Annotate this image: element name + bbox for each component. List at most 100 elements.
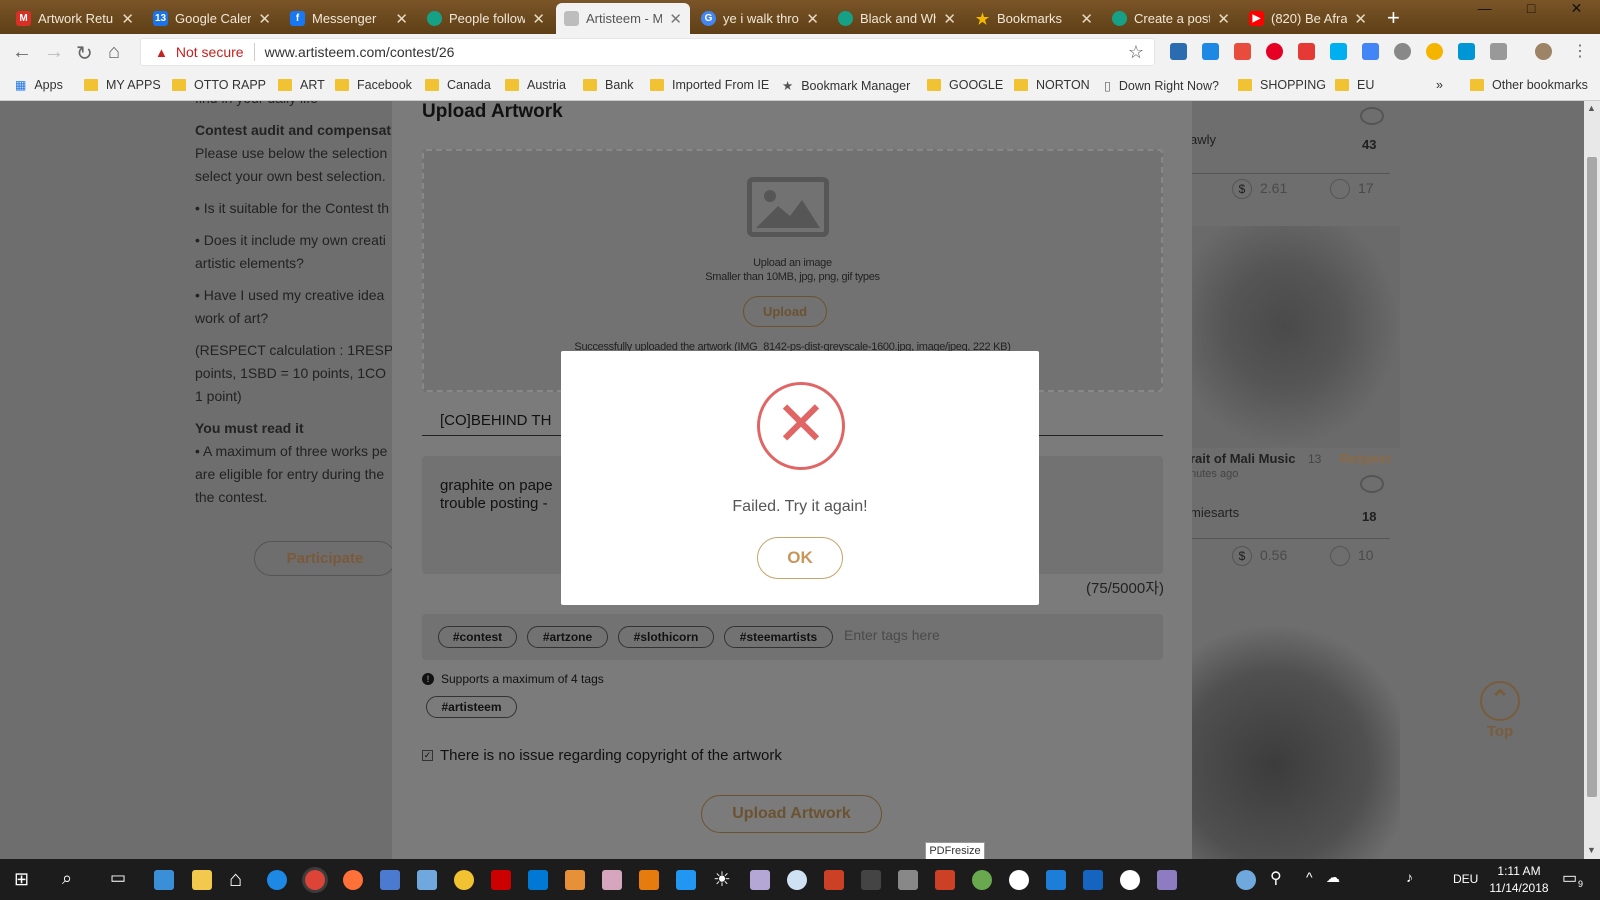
app-icon[interactable]: [154, 870, 174, 890]
close-icon[interactable]: ✕: [258, 10, 271, 28]
bookmark-page[interactable]: ▯ Down Right Now?: [1104, 78, 1219, 94]
respect-icon[interactable]: [1360, 475, 1384, 493]
bookmark-folder[interactable]: MY APPS: [84, 78, 161, 92]
scroll-thumb[interactable]: [1587, 157, 1597, 797]
blurb-icon[interactable]: [676, 870, 696, 890]
artwork-thumbnail[interactable]: [1190, 626, 1400, 859]
close-icon[interactable]: ✕: [943, 10, 956, 28]
tag-input[interactable]: Enter tags here: [844, 627, 940, 643]
tab-artwork-return[interactable]: M Artwork Retur ✕: [8, 3, 142, 34]
close-window-icon[interactable]: ✕: [1571, 0, 1583, 24]
firefox-icon[interactable]: [343, 870, 363, 890]
comment-icon[interactable]: [1330, 546, 1350, 566]
address-bar[interactable]: ▲ Not secure www.artisteem.com/contest/2…: [140, 38, 1155, 66]
scroll-top-button[interactable]: ⌃ Top: [1479, 681, 1521, 740]
bookmark-folder[interactable]: Bank: [583, 78, 634, 92]
profile-avatar[interactable]: [1535, 43, 1552, 60]
app-icon[interactable]: [565, 870, 585, 890]
translate-icon[interactable]: [1362, 43, 1379, 60]
minimize-icon[interactable]: —: [1478, 0, 1492, 24]
tag-chip[interactable]: #steemartists: [724, 626, 833, 648]
ok-button[interactable]: OK: [757, 537, 843, 579]
close-icon[interactable]: ✕: [1217, 10, 1230, 28]
notification-icon[interactable]: ▭: [1562, 868, 1577, 888]
app-icon[interactable]: [824, 870, 844, 890]
maximize-icon[interactable]: □: [1527, 0, 1535, 24]
app-icon[interactable]: [787, 870, 807, 890]
tab-ye-i-walk[interactable]: G ye i walk thro ✕: [693, 3, 827, 34]
author-name[interactable]: miesarts: [1190, 505, 1239, 520]
extension-icon[interactable]: [1490, 43, 1507, 60]
tab-artisteem[interactable]: Artisteem - M ✕: [556, 3, 690, 34]
scroll-down-icon[interactable]: ▼: [1587, 845, 1596, 855]
hp-icon[interactable]: [1458, 43, 1475, 60]
app-icon[interactable]: [602, 870, 622, 890]
extension-icon[interactable]: [1234, 43, 1251, 60]
upload-artwork-button[interactable]: Upload Artwork: [701, 795, 882, 833]
extension-icon[interactable]: [1202, 43, 1219, 60]
tab-black-and-white[interactable]: Black and Wh ✕: [830, 3, 964, 34]
back-icon[interactable]: ←: [12, 41, 32, 64]
tab-youtube[interactable]: ▶ (820) Be Afrai ✕: [1241, 3, 1375, 34]
extension-icon[interactable]: [1298, 43, 1315, 60]
artwork-title[interactable]: rait of Mali Music: [1190, 451, 1295, 466]
bookmark-folder[interactable]: Canada: [425, 78, 491, 92]
extension-icon[interactable]: [1394, 43, 1411, 60]
tab-bookmarks[interactable]: ★ Bookmarks ✕: [967, 3, 1101, 34]
page-scrollbar[interactable]: ▲ ▼: [1584, 101, 1600, 859]
bookmark-star-icon[interactable]: ☆: [1128, 42, 1144, 63]
copyright-checkbox-row[interactable]: ✓ There is no issue regarding copyright …: [422, 747, 782, 764]
artwork-thumbnail[interactable]: [1190, 226, 1400, 448]
tab-google-calendar[interactable]: 13 Google Calen ✕: [145, 3, 279, 34]
zotero-icon[interactable]: [1083, 870, 1103, 890]
close-icon[interactable]: ✕: [806, 10, 819, 28]
comment-icon[interactable]: [1330, 179, 1350, 199]
close-icon[interactable]: ✕: [669, 10, 682, 28]
menu-icon[interactable]: ⋮: [1572, 41, 1588, 61]
close-icon[interactable]: ✕: [121, 10, 134, 28]
app-icon[interactable]: [1046, 870, 1066, 890]
bookmark-apps[interactable]: ▦ Apps: [15, 78, 63, 92]
pinterest-icon[interactable]: [1266, 43, 1283, 60]
tab-people-follow[interactable]: People follow ✕: [419, 3, 553, 34]
tag-chip[interactable]: #artzone: [527, 626, 608, 648]
more-bookmarks-icon[interactable]: »: [1436, 78, 1443, 92]
search-icon[interactable]: ⌕: [62, 868, 72, 889]
xbox-icon[interactable]: [1120, 870, 1140, 890]
task-view-icon[interactable]: ▭: [110, 868, 126, 888]
app-icon[interactable]: [491, 870, 511, 890]
app-icon[interactable]: [639, 870, 659, 890]
tag-chip[interactable]: #contest: [438, 626, 517, 648]
url-text[interactable]: www.artisteem.com/contest/26: [265, 44, 455, 60]
tag-chip[interactable]: #slothicorn: [618, 626, 714, 648]
bookmark-folder[interactable]: Austria: [505, 78, 566, 92]
app-icon[interactable]: [454, 870, 474, 890]
app-icon[interactable]: [417, 870, 437, 890]
chrome-icon[interactable]: [305, 870, 325, 890]
volume-icon[interactable]: ♪: [1406, 869, 1413, 885]
new-tab-button[interactable]: +: [1387, 5, 1400, 31]
app-icon[interactable]: [528, 870, 548, 890]
bookmark-folder[interactable]: Imported From IE: [650, 78, 769, 92]
calculator-icon[interactable]: [898, 870, 918, 890]
extension-icon[interactable]: [1170, 43, 1187, 60]
app-icon[interactable]: [750, 870, 770, 890]
language-indicator[interactable]: DEU: [1453, 872, 1478, 886]
bookmark-folder[interactable]: Facebook: [335, 78, 412, 92]
app-icon[interactable]: [972, 870, 992, 890]
tab-messenger[interactable]: f Messenger ✕: [282, 3, 416, 34]
bookmark-folder[interactable]: ART: [278, 78, 325, 92]
respect-icon[interactable]: [1360, 107, 1384, 125]
close-icon[interactable]: ✕: [1080, 10, 1093, 28]
tag-input-area[interactable]: #contest #artzone #slothicorn #steemarti…: [422, 614, 1163, 660]
camera-icon[interactable]: [861, 870, 881, 890]
extension-icon[interactable]: [1426, 43, 1443, 60]
checkbox[interactable]: ✓: [422, 750, 433, 761]
tab-create-post[interactable]: Create a post ✕: [1104, 3, 1238, 34]
security-label[interactable]: Not secure: [176, 44, 244, 60]
reload-icon[interactable]: ↻: [76, 41, 93, 66]
home-icon[interactable]: ⌂: [229, 866, 242, 892]
home-icon[interactable]: ⌂: [108, 41, 120, 64]
bookmark-manager[interactable]: ★ Bookmark Manager: [782, 78, 910, 94]
bookmark-folder[interactable]: NORTON: [1014, 78, 1090, 92]
